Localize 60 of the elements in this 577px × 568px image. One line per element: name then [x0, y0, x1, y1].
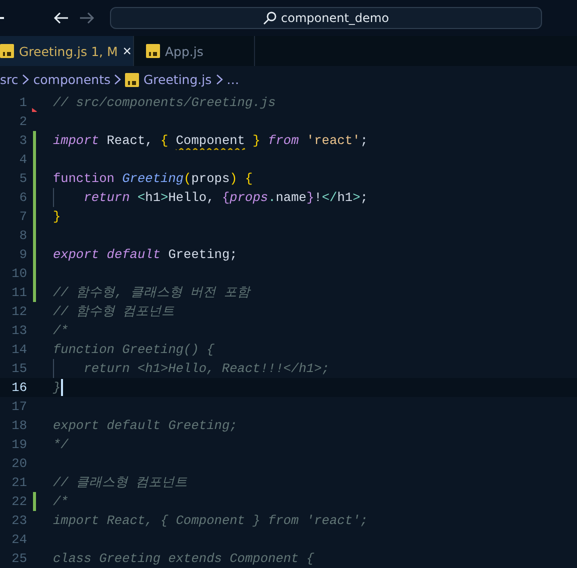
line-number: 1	[18, 95, 27, 110]
line-number: 3	[18, 133, 27, 148]
breadcrumb-item[interactable]: src	[0, 72, 18, 87]
code-line: class Greeting extends Component {	[53, 551, 314, 566]
code-line: // 함수형 컴포넌트	[53, 303, 175, 320]
line-number: 10	[10, 266, 27, 281]
line-number: 8	[18, 228, 27, 243]
line-number: 23	[10, 513, 27, 528]
code-line: return <h1>Hello, {props.name}!</h1>;	[84, 190, 368, 205]
line-number: 11	[10, 285, 27, 300]
line-number: 15	[10, 361, 27, 376]
line-number: 24	[10, 532, 27, 547]
close-button[interactable]: ×	[122, 43, 132, 59]
line-number: 18	[10, 418, 27, 433]
breadcrumb-item[interactable]: Greeting.js	[143, 72, 212, 87]
code-line: import React, { Component } from 'react';	[53, 513, 368, 528]
code-line: // src/components/Greeting.js	[53, 95, 276, 110]
code-line: }	[53, 209, 61, 224]
line-number: 14	[10, 342, 27, 357]
code-line: export default Greeting;	[53, 418, 238, 433]
line-number: 9	[18, 247, 27, 262]
line-number: 22	[10, 494, 27, 509]
line-number: 4	[18, 152, 27, 167]
line-number: 5	[18, 171, 27, 186]
code-line: /*	[53, 323, 68, 338]
breadcrumb-item[interactable]: components	[33, 72, 110, 87]
code-line: return <h1>Hello, React!!!</h1>;	[84, 361, 330, 376]
breadcrumb-item[interactable]: …	[226, 72, 240, 87]
editor-tab[interactable]: Greeting.js 1, M ×	[0, 36, 134, 66]
chevron-icon	[22, 74, 30, 85]
code-line: // 함수형, 클래스형 버전 포함	[53, 284, 250, 301]
chevron-icon	[114, 74, 122, 85]
js-file-icon	[146, 44, 160, 58]
js-file-icon	[0, 44, 14, 58]
code-line: function Greeting(props) {	[53, 171, 253, 186]
line-number: 25	[10, 551, 27, 566]
line-number: 12	[10, 304, 27, 319]
code-line: export default Greeting;	[53, 247, 238, 262]
search-field[interactable]: component_demo	[110, 7, 542, 29]
line-number: 21	[10, 475, 27, 490]
code-line: }	[53, 380, 61, 395]
line-number: 6	[18, 190, 27, 205]
line-number: 20	[10, 456, 27, 471]
code-line: */	[53, 437, 68, 452]
line-number: 19	[10, 437, 27, 452]
search-icon	[263, 11, 278, 25]
chevron-icon	[216, 74, 223, 85]
line-number: 17	[10, 399, 27, 414]
back-icon[interactable]	[53, 11, 69, 25]
line-number: 16	[10, 380, 27, 395]
text-cursor	[60, 379, 63, 396]
line-number: 2	[18, 114, 27, 129]
js-file-icon	[125, 72, 140, 86]
code-line: function Greeting() {	[53, 342, 214, 357]
line-number: 13	[10, 323, 27, 338]
code-line: import React, { Component } from 'react';	[53, 133, 368, 148]
code-line: /*	[53, 494, 68, 509]
line-number: 7	[18, 209, 27, 224]
code-line: // 클래스형 컴포넌트	[53, 474, 188, 491]
search-text: component_demo	[281, 11, 389, 25]
